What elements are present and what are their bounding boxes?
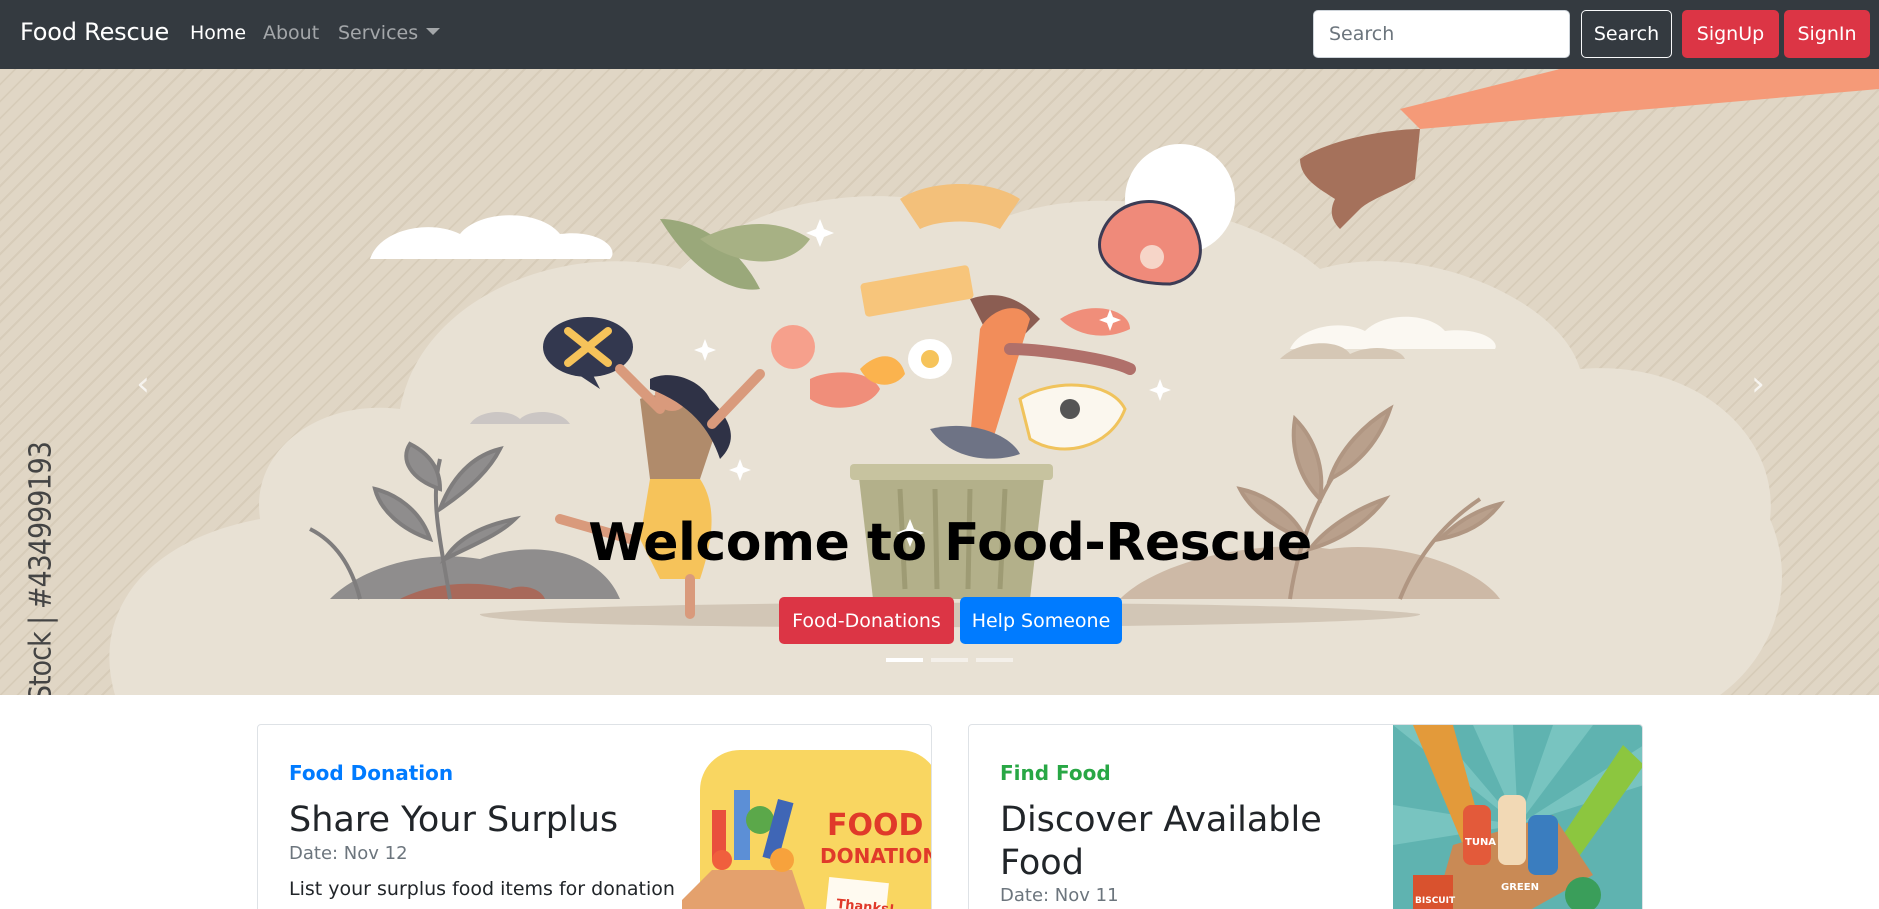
card-find-food[interactable]: Find Food Discover Available Food Date: … — [968, 724, 1643, 909]
signup-button[interactable]: SignUp — [1682, 10, 1779, 58]
carousel-indicator-2[interactable] — [931, 658, 968, 662]
card-category: Find Food — [1000, 761, 1111, 785]
card-text: List your surplus food items for donatio… — [289, 878, 675, 900]
chevron-down-icon — [426, 28, 441, 35]
signin-button[interactable]: SignIn — [1784, 10, 1870, 58]
carousel-prev-icon[interactable]: ‹ — [123, 364, 163, 404]
card-category: Food Donation — [289, 761, 454, 785]
card-date: Date: Nov 12 — [289, 843, 408, 864]
food-donation-image-text-1: FOOD — [827, 808, 923, 843]
card-food-donation[interactable]: Food Donation Share Your Surplus Date: N… — [257, 724, 932, 909]
card-title: Discover Available Food — [1000, 799, 1322, 885]
card-title: Share Your Surplus — [289, 800, 619, 840]
nav-about[interactable]: About — [263, 22, 319, 44]
find-food-image-text-2: GREEN — [1501, 882, 1539, 893]
find-food-image-text-3: BISCUIT — [1415, 896, 1456, 906]
hero-title: Welcome to Food-Rescue — [588, 513, 1312, 573]
food-donation-image-text-2: DONATION — [820, 844, 932, 868]
help-someone-button[interactable]: Help Someone — [960, 597, 1122, 644]
carousel-indicator-1[interactable] — [886, 658, 923, 662]
food-donation-image: FOOD DONATION Thanks! — [682, 750, 932, 909]
carousel-next-icon[interactable]: › — [1738, 364, 1778, 404]
find-food-image: TUNA GREEN BISCUIT — [1393, 725, 1642, 909]
nav-services-label: Services — [338, 22, 419, 44]
nav-services-dropdown[interactable]: Services — [338, 22, 441, 44]
card-title-line-1: Discover Available — [1000, 800, 1322, 840]
top-navbar: Food Rescue Home About Services Search S… — [0, 0, 1879, 69]
carousel-indicator-3[interactable] — [976, 658, 1013, 662]
card-date: Date: Nov 11 — [1000, 885, 1119, 906]
food-donations-button[interactable]: Food-Donations — [779, 597, 954, 644]
search-button[interactable]: Search — [1581, 10, 1672, 58]
nav-home[interactable]: Home — [190, 22, 246, 44]
card-title-line-2: Food — [1000, 843, 1084, 883]
find-food-image-text-1: TUNA — [1465, 837, 1496, 848]
brand-logo[interactable]: Food Rescue — [20, 18, 169, 46]
search-input[interactable] — [1313, 10, 1570, 58]
